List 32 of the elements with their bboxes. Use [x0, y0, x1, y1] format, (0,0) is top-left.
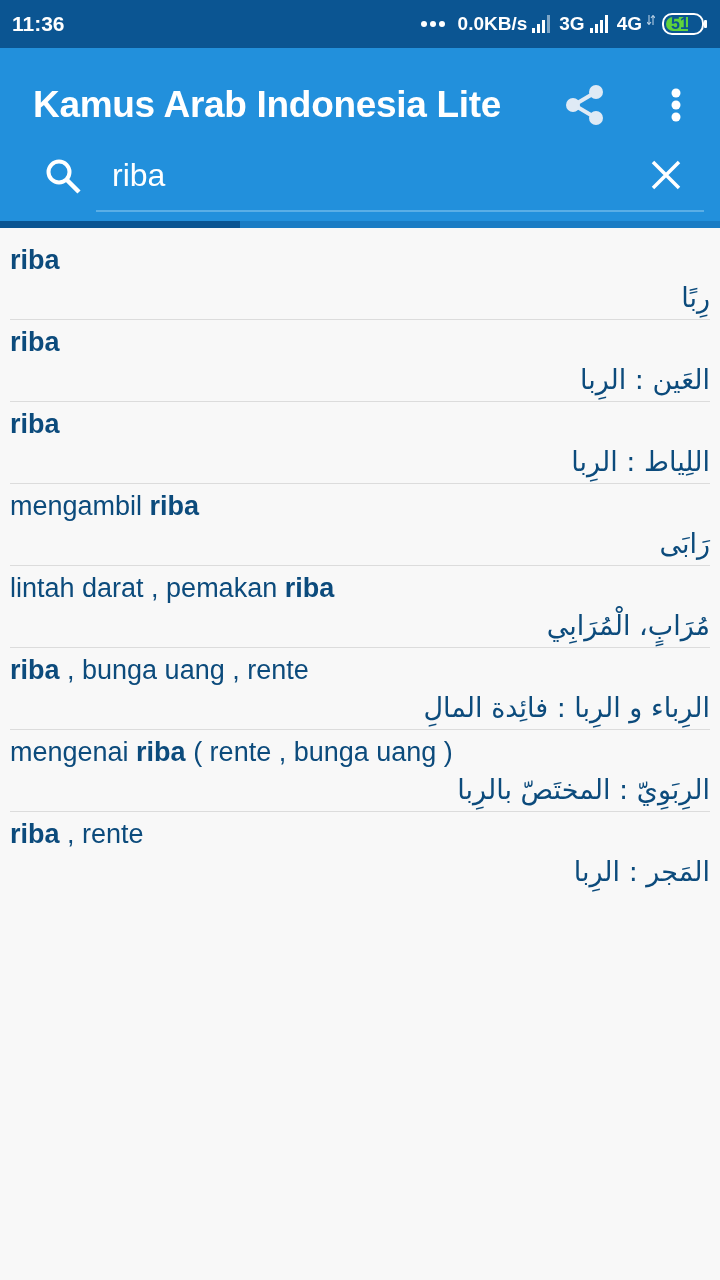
app-title: Kamus Arab Indonesia Lite — [33, 83, 502, 127]
arabic-term: المَجر : الرِبا — [573, 852, 710, 892]
clock-text: 11:36 — [12, 11, 65, 38]
arabic-term: الرِباء و الرِبا : فائِدة المالِ — [423, 688, 710, 728]
indonesian-term: mengenai riba ( rente , bunga uang ) — [10, 736, 453, 769]
search-field[interactable]: riba — [96, 146, 704, 212]
arabic-term: اللِياط : الرِبا — [571, 442, 710, 482]
indonesian-term: riba , rente — [10, 818, 144, 851]
arabic-term: رِبًا — [681, 278, 710, 318]
close-icon — [651, 160, 681, 190]
net-speed-text: 0.0KB/s — [457, 11, 528, 36]
battery-icon — [662, 13, 708, 35]
arabic-term: الرِبَوِيّ : المختَصّ بالرِبا — [457, 770, 710, 810]
indonesian-term: riba — [10, 408, 60, 441]
clear-button[interactable] — [650, 159, 682, 191]
more-notifications-icon — [420, 21, 445, 27]
indonesian-term: riba — [10, 326, 60, 359]
arabic-term: مُرَابٍ، الْمُرَابِي — [546, 606, 710, 646]
arabic-term: العَين : الرِبا — [579, 360, 710, 400]
search-icon — [45, 158, 81, 194]
indonesian-term: riba , bunga uang , rente — [10, 654, 309, 687]
network-type-text: 4G — [616, 11, 642, 36]
indonesian-term: riba — [10, 244, 60, 277]
arabic-term: رَابَى — [659, 527, 710, 562]
indonesian-term: lintah darat , pemakan riba — [10, 572, 335, 605]
battery-level-text: 51 — [671, 14, 689, 34]
indonesian-term: mengambil riba — [10, 490, 200, 523]
data-arrows-icon — [647, 15, 655, 26]
share-button[interactable] — [565, 85, 605, 125]
more-vertical-icon — [671, 88, 681, 122]
network-type-text: 3G — [559, 11, 585, 36]
share-icon — [566, 85, 604, 125]
